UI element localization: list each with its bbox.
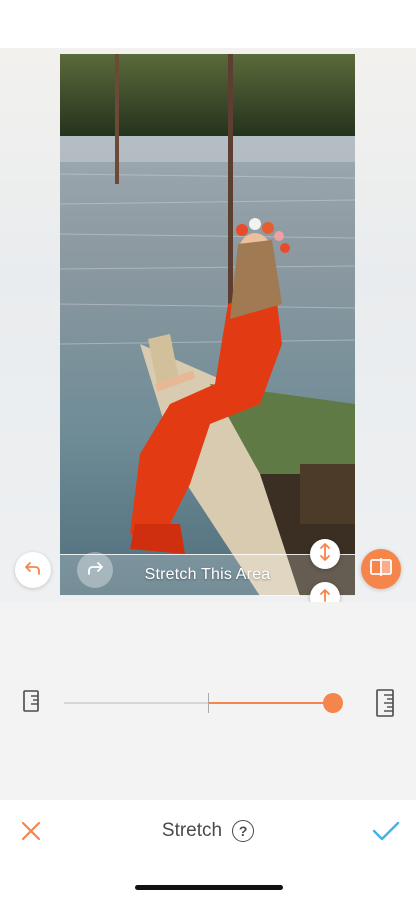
- stretch-editor-screen: Stretch This Area Stretch ?: [0, 0, 416, 900]
- adjustment-panel: [0, 602, 416, 800]
- help-symbol: ?: [238, 823, 248, 839]
- split-compare-icon: [369, 557, 393, 582]
- photo-preview: [60, 54, 355, 596]
- stretch-area-label: Stretch This Area: [144, 566, 271, 583]
- bottom-toolbar: Stretch ?: [0, 800, 416, 900]
- slider-thumb[interactable]: [323, 693, 343, 713]
- slider-center-mark: [208, 693, 209, 713]
- undo-arrow-icon: [24, 559, 42, 582]
- compare-button[interactable]: [361, 549, 401, 589]
- undo-button[interactable]: [15, 552, 51, 588]
- stretch-handle-top[interactable]: [310, 539, 340, 569]
- tool-title: Stretch: [161, 820, 223, 841]
- ruler-large-icon: [374, 688, 396, 718]
- tool-title-group: Stretch ?: [0, 820, 416, 842]
- help-circle-icon[interactable]: ?: [232, 820, 255, 842]
- home-indicator: [135, 885, 283, 890]
- checkmark-icon: [372, 820, 400, 847]
- editor-canvas: Stretch This Area: [0, 48, 416, 612]
- redo-arrow-icon: [86, 559, 104, 582]
- redo-button[interactable]: [77, 552, 113, 588]
- slider-fill: [208, 702, 333, 704]
- stretch-slider[interactable]: [64, 693, 343, 713]
- apply-button[interactable]: [370, 818, 402, 848]
- vertical-resize-icon: [317, 542, 333, 567]
- ruler-small-icon: [21, 688, 41, 714]
